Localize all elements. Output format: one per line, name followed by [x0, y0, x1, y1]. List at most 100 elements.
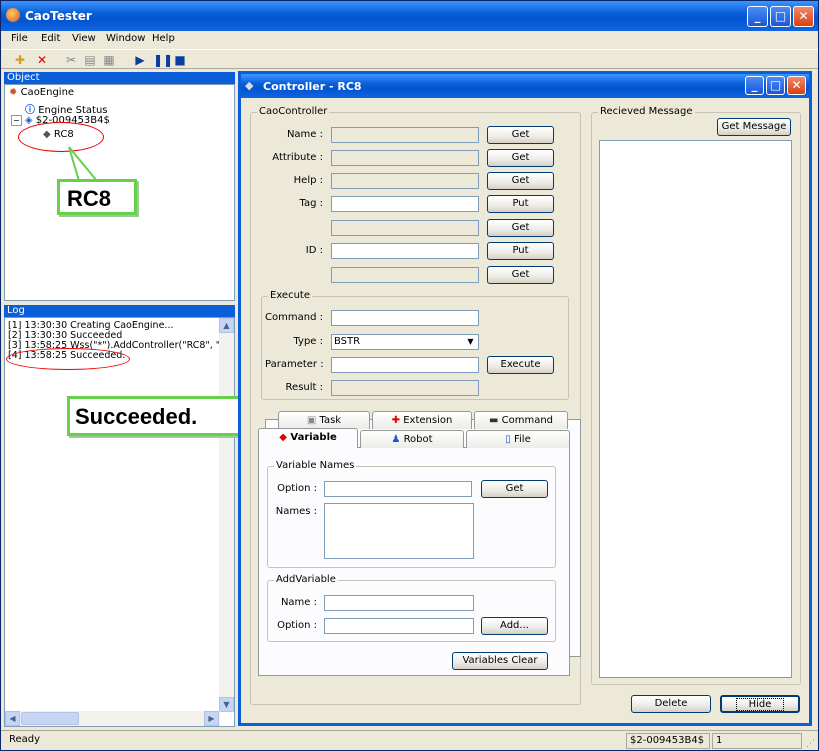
workspace-icon: ◈: [24, 115, 33, 126]
command-icon: ▬: [488, 415, 499, 426]
scroll-right-icon[interactable]: ▶: [204, 711, 219, 726]
variables-clear-button[interactable]: Variables Clear: [452, 652, 548, 670]
names-list[interactable]: [324, 503, 474, 559]
log-vscrollbar[interactable]: ▲ ▼: [219, 318, 234, 712]
parameter-input[interactable]: [331, 357, 479, 373]
scroll-up-icon[interactable]: ▲: [219, 318, 234, 333]
log-panel-header: Log: [4, 305, 235, 317]
controller-title-bar: ◆ Controller - RC8 _ □ ✕: [241, 74, 809, 98]
maximize-button[interactable]: □: [770, 6, 791, 27]
tag-put-button[interactable]: Put: [487, 195, 554, 213]
scroll-thumb[interactable]: [21, 712, 79, 725]
cut-icon[interactable]: ✂: [64, 53, 78, 67]
controller-maximize-button[interactable]: □: [766, 76, 785, 95]
add-option-input[interactable]: [324, 618, 474, 634]
id-value-field: [331, 267, 479, 283]
menu-help[interactable]: Help: [152, 33, 175, 44]
attribute-field: [331, 150, 479, 166]
play-icon[interactable]: ▶: [133, 53, 147, 67]
add-name-input[interactable]: [324, 595, 474, 611]
option-label: Option :: [277, 483, 317, 494]
delete-button[interactable]: Delete: [631, 695, 711, 713]
menu-bar: File Edit View Window Help: [1, 31, 818, 49]
collapse-icon[interactable]: −: [11, 115, 22, 126]
name-label: Name :: [286, 129, 323, 140]
controller-window-icon: ◆: [245, 79, 254, 92]
help-field: [331, 173, 479, 189]
attribute-get-button[interactable]: Get: [487, 149, 554, 167]
controller-minimize-button[interactable]: _: [745, 76, 764, 95]
close-button[interactable]: ✕: [793, 6, 814, 27]
tab-extension[interactable]: ✚ Extension: [372, 411, 472, 429]
main-window: CaoTester _ □ ✕ File Edit View Window He…: [0, 0, 819, 751]
help-get-button[interactable]: Get: [487, 172, 554, 190]
menu-file[interactable]: File: [11, 33, 28, 44]
status-bar: Ready $2-009453B4$ 1 ⋰: [1, 730, 818, 750]
tree-root[interactable]: ✹ CaoEngine: [9, 87, 74, 98]
id-input[interactable]: [331, 243, 479, 259]
engine-icon: ✹: [9, 87, 18, 98]
id-put-button[interactable]: Put: [487, 242, 554, 260]
name-get-button[interactable]: Get: [487, 126, 554, 144]
robot-icon: ♟: [391, 434, 401, 445]
command-label: Command :: [265, 312, 323, 323]
copy-icon[interactable]: ▤: [83, 53, 97, 67]
extension-icon: ✚: [391, 415, 401, 426]
add-variable-button[interactable]: Add...: [481, 617, 548, 635]
toolbar: ✚ ✕ ✂ ▤ ▦ ▶ ❚❚ ■: [1, 49, 818, 69]
add-icon[interactable]: ✚: [13, 53, 27, 67]
stop-icon[interactable]: ■: [173, 53, 187, 67]
variable-get-button[interactable]: Get: [481, 480, 548, 498]
minimize-button[interactable]: _: [747, 6, 768, 27]
app-icon: [6, 8, 20, 22]
tag-input[interactable]: [331, 196, 479, 212]
chevron-down-icon[interactable]: ▼: [464, 336, 477, 348]
type-label: Type :: [293, 336, 323, 347]
type-select[interactable]: BSTR ▼: [331, 334, 479, 350]
controller-title: Controller - RC8: [263, 80, 362, 93]
controller-window: ◆ Controller - RC8 _ □ ✕ CaoController N…: [238, 71, 812, 726]
get-message-button[interactable]: Get Message: [717, 118, 791, 136]
object-panel-header: Object: [4, 72, 235, 84]
menu-edit[interactable]: Edit: [41, 33, 60, 44]
delete-icon[interactable]: ✕: [35, 53, 49, 67]
tab-task[interactable]: ▣ Task: [278, 411, 370, 429]
tab-robot[interactable]: ♟ Robot: [360, 430, 464, 448]
controller-close-button[interactable]: ✕: [787, 76, 806, 95]
id-label: ID :: [305, 245, 323, 256]
succeeded-callout: Succeeded.: [67, 396, 257, 436]
menu-view[interactable]: View: [72, 33, 96, 44]
tag-value-field: [331, 220, 479, 236]
execute-button[interactable]: Execute: [487, 356, 554, 374]
scroll-left-icon[interactable]: ◀: [5, 711, 20, 726]
title-bar: CaoTester _ □ ✕: [1, 1, 818, 31]
tab-command[interactable]: ▬ Command: [474, 411, 568, 429]
pause-icon[interactable]: ❚❚: [153, 53, 173, 67]
rc8-callout: RC8: [57, 179, 137, 215]
menu-window[interactable]: Window: [106, 33, 145, 44]
type-selected-value: BSTR: [334, 336, 361, 347]
variable-icon: ◆: [279, 432, 287, 443]
command-input[interactable]: [331, 310, 479, 326]
tab-variable[interactable]: ◆ Variable: [258, 428, 358, 448]
tree-engine-status[interactable]: ⓘ Engine Status: [25, 101, 108, 116]
add-option-label: Option :: [277, 620, 317, 631]
tag-get-button[interactable]: Get: [487, 219, 554, 237]
paste-icon[interactable]: ▦: [102, 53, 116, 67]
resize-grip-icon[interactable]: ⋰: [806, 739, 816, 749]
variable-names-label: Variable Names: [274, 460, 357, 471]
id-get-button[interactable]: Get: [487, 266, 554, 284]
log-hscrollbar[interactable]: ◀ ▶: [5, 711, 220, 726]
hide-button[interactable]: Hide: [720, 695, 800, 713]
result-field: [331, 380, 479, 396]
status-text: Ready: [9, 734, 41, 745]
cao-controller-label: CaoController: [257, 106, 330, 117]
received-message-box[interactable]: [599, 140, 792, 678]
task-icon: ▣: [306, 415, 317, 426]
result-label: Result :: [285, 382, 323, 393]
option-input[interactable]: [324, 481, 472, 497]
add-variable-label: AddVariable: [274, 574, 338, 585]
tab-file[interactable]: ▯ File: [466, 430, 570, 448]
scroll-down-icon[interactable]: ▼: [219, 697, 234, 712]
rc8-highlight: [18, 122, 104, 152]
